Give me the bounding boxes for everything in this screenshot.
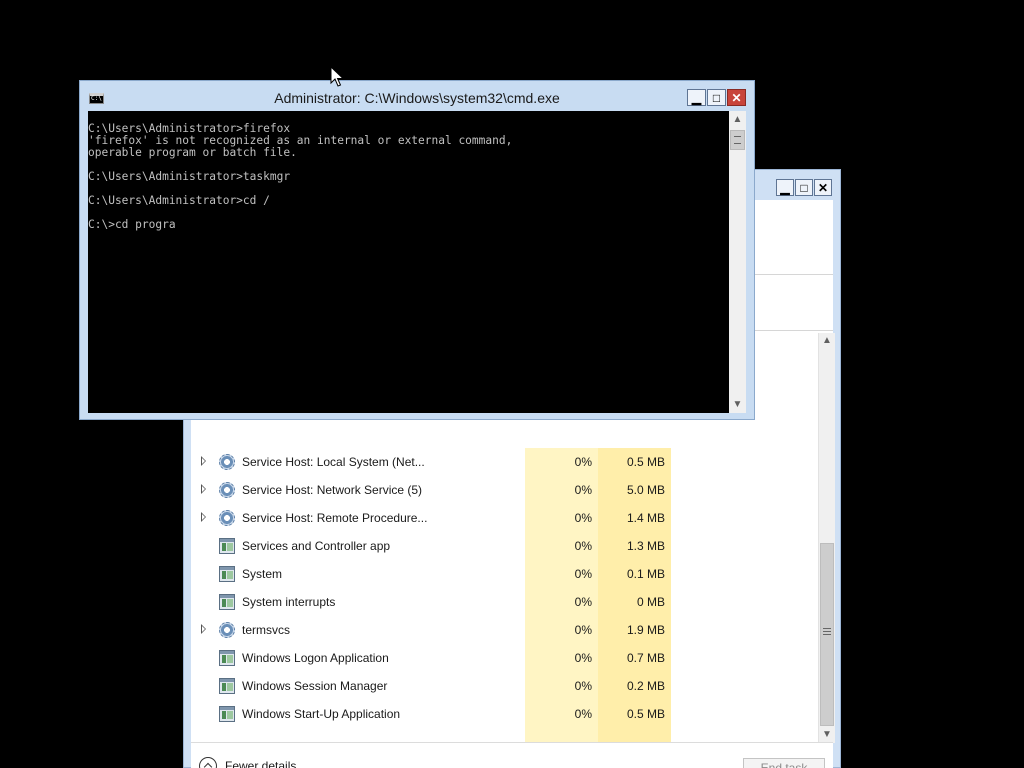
- window-icon: [219, 650, 235, 666]
- process-memory: 0 MB: [636, 595, 665, 609]
- task-manager-window-controls: ▁ □ ✕: [776, 179, 832, 196]
- table-row[interactable]: System 0% 0.1 MB: [191, 560, 819, 588]
- chevron-up-circle-icon: [199, 757, 217, 768]
- table-row[interactable]: Windows Start-Up Application 0% 0.5 MB: [191, 700, 819, 728]
- gear-icon: [219, 454, 235, 470]
- process-cpu: 0%: [574, 539, 592, 553]
- table-row[interactable]: Windows Logon Application 0% 0.7 MB: [191, 644, 819, 672]
- maximize-button[interactable]: □: [707, 89, 726, 106]
- scroll-down-arrow-icon[interactable]: ▼: [729, 396, 746, 413]
- task-manager-footer: Fewer details End task: [191, 742, 833, 768]
- process-list-scrollbar[interactable]: ▲ ▼: [818, 333, 835, 743]
- process-cpu: 0%: [574, 595, 592, 609]
- process-memory: 1.4 MB: [626, 511, 665, 525]
- process-cpu: 0%: [574, 707, 592, 721]
- console-line: C:\Users\Administrator>taskmgr: [88, 170, 291, 183]
- process-name: System: [242, 567, 283, 581]
- gear-icon: [219, 482, 235, 498]
- process-cpu: 0%: [574, 623, 592, 637]
- process-memory: 5.0 MB: [626, 483, 665, 497]
- minimize-button[interactable]: ▁: [776, 179, 794, 196]
- cmd-window[interactable]: Administrator: C:\Windows\system32\cmd.e…: [79, 80, 755, 420]
- table-row[interactable]: Services and Controller app 0% 1.3 MB: [191, 532, 819, 560]
- process-memory: 0.7 MB: [626, 651, 665, 665]
- fewer-details-button[interactable]: Fewer details: [199, 757, 296, 768]
- window-icon: [219, 538, 235, 554]
- process-memory: 0.2 MB: [626, 679, 665, 693]
- expand-arrow-icon[interactable]: [201, 624, 206, 634]
- minimize-button[interactable]: ▁: [687, 89, 706, 106]
- scrollbar-grip-icon: [823, 628, 831, 635]
- expand-arrow-icon[interactable]: [201, 484, 206, 494]
- process-name: Service Host: Remote Procedure...: [242, 511, 428, 525]
- process-name: Service Host: Local System (Net...: [242, 455, 425, 469]
- mouse-pointer-icon: [330, 66, 344, 87]
- end-task-button[interactable]: End task: [743, 758, 825, 768]
- process-cpu: 0%: [574, 483, 592, 497]
- cmd-console[interactable]: C:\Users\Administrator>firefox'firefox' …: [88, 111, 746, 413]
- window-icon: [219, 594, 235, 610]
- table-row[interactable]: Windows Session Manager 0% 0.2 MB: [191, 672, 819, 700]
- process-cpu: 0%: [574, 567, 592, 581]
- cmd-window-title: Administrator: C:\Windows\system32\cmd.e…: [274, 90, 560, 106]
- maximize-button[interactable]: □: [795, 179, 813, 196]
- process-name: Windows Logon Application: [242, 651, 389, 665]
- process-memory: 1.9 MB: [626, 623, 665, 637]
- table-row[interactable]: Service Host: Network Service (5) 0% 5.0 M…: [191, 476, 819, 504]
- process-cpu: 0%: [574, 455, 592, 469]
- table-row[interactable]: Service Host: Remote Procedure... 0% 1.4 M…: [191, 504, 819, 532]
- table-row[interactable]: System interrupts 0% 0 MB: [191, 588, 819, 616]
- process-name: Windows Start-Up Application: [242, 707, 401, 721]
- cmd-title-bar[interactable]: Administrator: C:\Windows\system32\cmd.e…: [80, 81, 754, 111]
- close-button[interactable]: ✕: [727, 89, 746, 106]
- process-name: Windows Session Manager: [242, 679, 388, 693]
- console-line: C:\>cd progra: [88, 218, 176, 231]
- process-cpu: 0%: [574, 511, 592, 525]
- desktop: ▁ □ ✕ Service Host: Local System (Net...…: [0, 0, 1024, 768]
- scrollbar-thumb[interactable]: [820, 543, 834, 726]
- fewer-details-label: Fewer details: [225, 759, 297, 768]
- table-row[interactable]: Service Host: Local System (Net... 0% 0.5 …: [191, 448, 819, 476]
- process-memory: 0.5 MB: [626, 707, 665, 721]
- table-row[interactable]: termsvcs 0% 1.9 MB: [191, 616, 819, 644]
- expand-arrow-icon[interactable]: [201, 456, 206, 466]
- process-cpu: 0%: [574, 651, 592, 665]
- scrollbar-thumb[interactable]: [730, 130, 745, 150]
- console-line: C:\Users\Administrator>cd /: [88, 194, 270, 207]
- cmd-window-controls: ▁ □ ✕: [687, 89, 746, 106]
- gear-icon: [219, 510, 235, 526]
- console-output: C:\Users\Administrator>firefox'firefox' …: [88, 123, 728, 231]
- window-icon: [219, 566, 235, 582]
- process-name: termsvcs: [242, 623, 290, 637]
- expand-arrow-icon[interactable]: [201, 512, 206, 522]
- scroll-up-arrow-icon[interactable]: ▲: [729, 111, 746, 128]
- console-line: operable program or batch file.: [88, 146, 297, 159]
- process-name: Services and Controller app: [242, 539, 391, 553]
- process-name: System interrupts: [242, 595, 336, 609]
- close-button[interactable]: ✕: [814, 179, 832, 196]
- process-memory: 0.5 MB: [626, 455, 665, 469]
- process-memory: 0.1 MB: [626, 567, 665, 581]
- console-scrollbar[interactable]: ▲ ▼: [729, 111, 746, 413]
- process-memory: 1.3 MB: [626, 539, 665, 553]
- process-cpu: 0%: [574, 679, 592, 693]
- process-name: Service Host: Network Service (5): [242, 483, 423, 497]
- gear-icon: [219, 622, 235, 638]
- window-icon: [219, 678, 235, 694]
- scroll-up-arrow-icon[interactable]: ▲: [819, 333, 835, 349]
- window-icon: [219, 706, 235, 722]
- scroll-down-arrow-icon[interactable]: ▼: [819, 727, 835, 743]
- process-list: Service Host: Local System (Net... 0% 0.5 …: [191, 448, 819, 742]
